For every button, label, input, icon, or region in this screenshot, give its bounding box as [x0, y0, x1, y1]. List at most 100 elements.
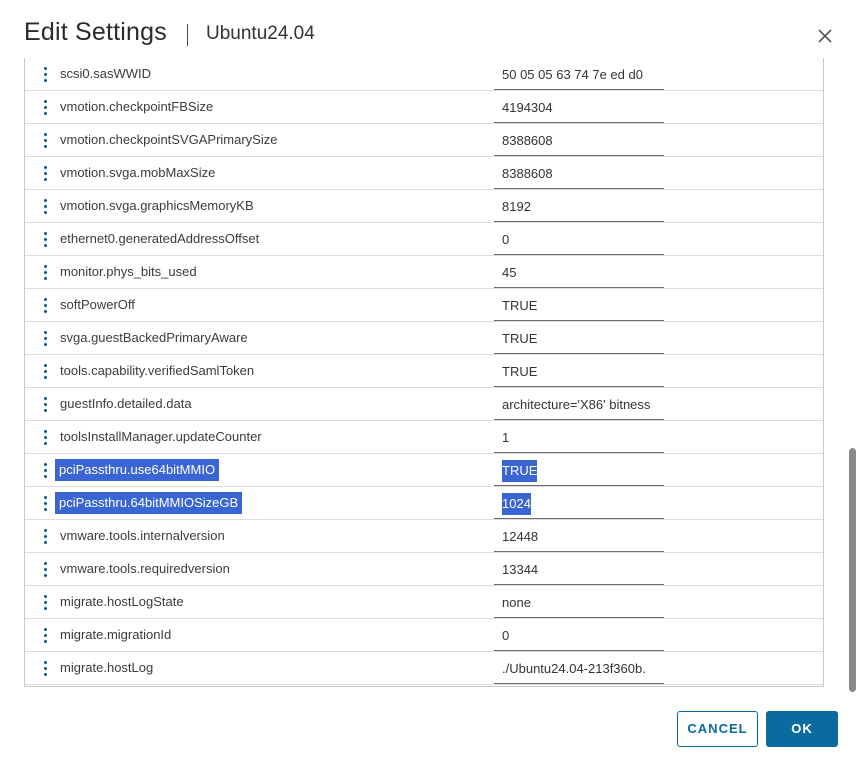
- ok-button[interactable]: OK: [766, 711, 838, 747]
- table-row[interactable]: vmotion.svga.graphicsMemoryKB 8192: [25, 190, 823, 223]
- title-separator: [187, 24, 188, 46]
- advanced-parameters-table: scsi0.sasWWID 50 05 05 63 74 7e ed d0 vmot…: [24, 58, 824, 687]
- table-row[interactable]: scsi0.sasWWID 50 05 05 63 74 7e ed d0: [25, 58, 823, 91]
- table-row[interactable]: monitor.phys_bits_used 45: [25, 256, 823, 289]
- parameter-name: migrate.hostLogState: [60, 594, 184, 609]
- parameter-value: 50 05 05 63 74 7e ed d0: [502, 67, 643, 82]
- parameter-value: 12448: [502, 529, 539, 544]
- row-actions-icon[interactable]: [43, 331, 47, 347]
- parameter-value-input[interactable]: 1: [494, 421, 664, 453]
- parameter-name: migrate.hostLog: [60, 660, 154, 675]
- parameter-name: guestInfo.detailed.data: [60, 396, 192, 411]
- parameter-value: none: [502, 595, 531, 610]
- parameter-name: scsi0.sasWWID: [60, 66, 151, 81]
- table-row[interactable]: vmware.tools.internalversion 12448: [25, 520, 823, 553]
- parameter-name: vmotion.checkpointFBSize: [60, 99, 214, 114]
- table-row[interactable]: vmotion.checkpointFBSize 4194304: [25, 91, 823, 124]
- parameter-name: vmware.tools.internalversion: [60, 528, 225, 543]
- parameter-name: migrate.migrationId: [60, 627, 172, 642]
- parameter-name: vmotion.svga.graphicsMemoryKB: [60, 198, 254, 213]
- parameter-value: ./Ubuntu24.04-213f360b.: [502, 661, 646, 676]
- parameter-value-input[interactable]: 8192: [494, 190, 664, 222]
- parameter-value-input[interactable]: none: [494, 586, 664, 618]
- parameter-name: svga.guestBackedPrimaryAware: [60, 330, 248, 345]
- parameter-value-input[interactable]: architecture='X86' bitness: [494, 388, 664, 420]
- dialog-header: Edit Settings Ubuntu24.04: [0, 0, 866, 60]
- table-row[interactable]: guestInfo.detailed.data architecture='X86…: [25, 388, 823, 421]
- parameter-value-input[interactable]: TRUE: [494, 322, 664, 354]
- parameter-value: 8388608: [502, 133, 553, 148]
- table-row[interactable]: migrate.hostLog ./Ubuntu24.04-213f360b.: [25, 652, 823, 685]
- cancel-button[interactable]: CANCEL: [677, 711, 758, 747]
- parameter-value-input[interactable]: 50 05 05 63 74 7e ed d0: [494, 58, 664, 90]
- row-actions-icon[interactable]: [43, 133, 47, 149]
- parameter-value-input[interactable]: 4194304: [494, 91, 664, 123]
- scrollbar[interactable]: [845, 46, 859, 706]
- vm-name: Ubuntu24.04: [206, 23, 315, 44]
- parameter-value-input[interactable]: 1024: [494, 487, 664, 519]
- row-actions-icon[interactable]: [43, 265, 47, 281]
- parameter-value-input[interactable]: 45: [494, 256, 664, 288]
- row-actions-icon[interactable]: [43, 595, 47, 611]
- row-actions-icon[interactable]: [43, 199, 47, 215]
- scrollbar-thumb[interactable]: [849, 448, 856, 692]
- parameter-value: 1: [502, 430, 510, 445]
- row-actions-icon[interactable]: [43, 100, 47, 116]
- table-row[interactable]: vmotion.svga.mobMaxSize 8388608: [25, 157, 823, 190]
- table-row[interactable]: vmotion.checkpointSVGAPrimarySize 8388608: [25, 124, 823, 157]
- parameter-value-input[interactable]: 8388608: [494, 157, 664, 189]
- parameter-name: vmware.tools.requiredversion: [60, 561, 230, 576]
- parameter-value-input[interactable]: 0: [494, 619, 664, 651]
- dialog-title: Edit Settings: [24, 18, 167, 46]
- parameter-value-input[interactable]: ./Ubuntu24.04-213f360b.: [494, 652, 664, 684]
- parameter-value-input[interactable]: TRUE: [494, 454, 664, 486]
- parameter-name: pciPassthru.use64bitMMIO: [55, 459, 220, 481]
- parameter-value: 8192: [502, 199, 531, 214]
- parameter-value: TRUE: [502, 364, 538, 379]
- parameter-value-input[interactable]: TRUE: [494, 355, 664, 387]
- parameter-value-input[interactable]: 0: [494, 223, 664, 255]
- table-row[interactable]: pciPassthru.64bitMMIOSizeGB 1024: [25, 487, 823, 520]
- row-actions-icon[interactable]: [43, 298, 47, 314]
- row-actions-icon[interactable]: [43, 397, 47, 413]
- table-row[interactable]: toolsInstallManager.updateCounter 1: [25, 421, 823, 454]
- row-actions-icon[interactable]: [43, 166, 47, 182]
- parameter-value-input[interactable]: 8388608: [494, 124, 664, 156]
- parameter-name: pciPassthru.64bitMMIOSizeGB: [55, 492, 243, 514]
- table-row[interactable]: ethernet0.generatedAddressOffset 0: [25, 223, 823, 256]
- parameter-name: tools.capability.verifiedSamlToken: [60, 363, 255, 378]
- parameter-name: ethernet0.generatedAddressOffset: [60, 231, 260, 246]
- row-actions-icon[interactable]: [43, 496, 47, 512]
- parameter-value-input[interactable]: 13344: [494, 553, 664, 585]
- table-row[interactable]: softPowerOff TRUE: [25, 289, 823, 322]
- row-actions-icon[interactable]: [43, 529, 47, 545]
- parameter-value-input[interactable]: TRUE: [494, 289, 664, 321]
- parameter-name: vmotion.checkpointSVGAPrimarySize: [60, 132, 278, 147]
- table-row[interactable]: tools.capability.verifiedSamlToken TRUE: [25, 355, 823, 388]
- row-actions-icon[interactable]: [43, 628, 47, 644]
- row-actions-icon[interactable]: [43, 430, 47, 446]
- table-row[interactable]: pciPassthru.use64bitMMIO TRUE: [25, 454, 823, 487]
- parameter-value: 1024: [502, 493, 531, 515]
- row-actions-icon[interactable]: [43, 232, 47, 248]
- row-actions-icon[interactable]: [43, 364, 47, 380]
- row-actions-icon[interactable]: [43, 463, 47, 479]
- close-icon-glyph: [818, 29, 832, 43]
- table-row[interactable]: migrate.migrationId 0: [25, 619, 823, 652]
- row-actions-icon[interactable]: [43, 562, 47, 578]
- parameter-value: 45: [502, 265, 517, 280]
- close-icon[interactable]: [813, 24, 837, 48]
- row-actions-icon[interactable]: [43, 67, 47, 83]
- table-row[interactable]: vmware.tools.requiredversion 13344: [25, 553, 823, 586]
- parameter-value: 13344: [502, 562, 539, 577]
- table-row[interactable]: migrate.hostLogState none: [25, 586, 823, 619]
- parameter-name: toolsInstallManager.updateCounter: [60, 429, 262, 444]
- parameter-name: softPowerOff: [60, 297, 135, 312]
- parameter-name: monitor.phys_bits_used: [60, 264, 197, 279]
- parameter-name: vmotion.svga.mobMaxSize: [60, 165, 216, 180]
- row-actions-icon[interactable]: [43, 661, 47, 677]
- parameter-value-input[interactable]: 12448: [494, 520, 664, 552]
- table-row[interactable]: svga.guestBackedPrimaryAware TRUE: [25, 322, 823, 355]
- parameter-value: 8388608: [502, 166, 553, 181]
- parameter-value: 0: [502, 232, 510, 247]
